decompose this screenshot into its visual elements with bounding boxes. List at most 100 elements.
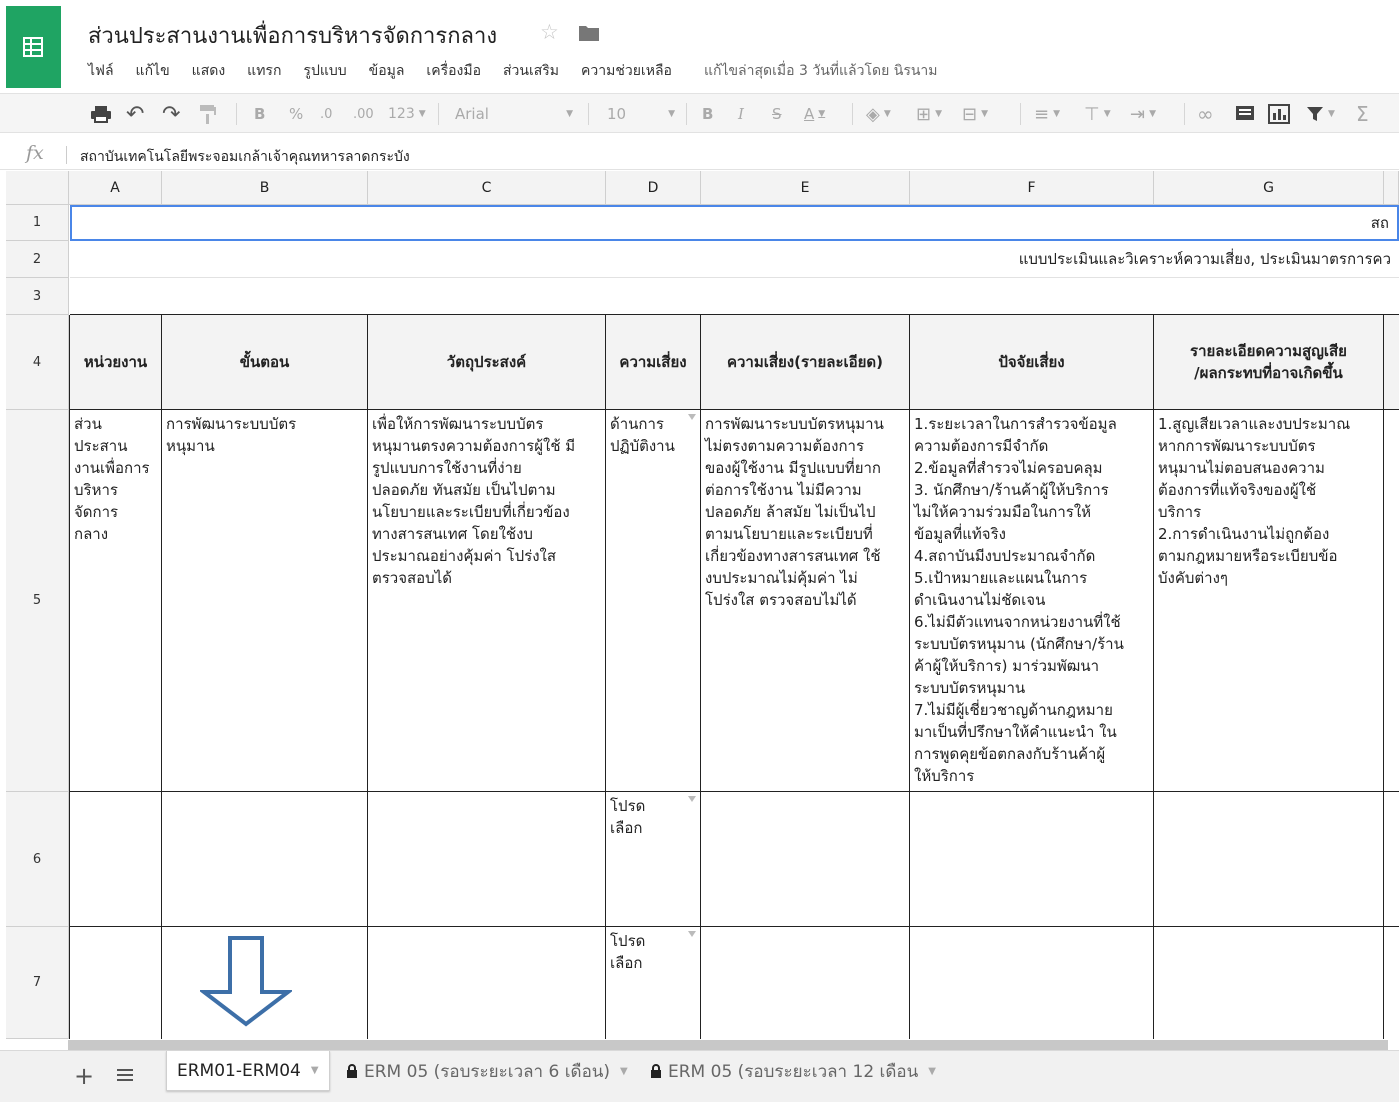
cell-e7[interactable] <box>701 927 910 1039</box>
all-sheets-menu-icon[interactable] <box>116 1068 134 1082</box>
header-cell-impact[interactable]: รายละเอียดความสูญเสีย /ผลกระทบที่อาจเกิด… <box>1154 315 1384 410</box>
cell-b5[interactable]: การพัฒนาระบบบัตร หนุมาน <box>162 410 368 792</box>
undo-icon[interactable]: ↶ <box>126 94 144 134</box>
currency-button[interactable]: B <box>254 94 265 134</box>
header-cell-objective[interactable]: วัตถุประสงค์ <box>368 315 606 410</box>
header-cell-risk-factor[interactable]: ปัจจัยเสี่ยง <box>910 315 1154 410</box>
italic-button[interactable]: I <box>738 94 744 134</box>
cell-f5[interactable]: 1.ระยะเวลาในการสำรวจข้อมูล ความต้องการมี… <box>910 410 1154 792</box>
row-header-7[interactable]: 7 <box>6 927 69 1039</box>
column-header-e[interactable]: E <box>701 171 910 205</box>
borders-icon[interactable]: ⊞ ▼ <box>916 94 942 134</box>
column-header-d[interactable]: D <box>606 171 701 205</box>
row-header-6[interactable]: 6 <box>6 792 69 927</box>
font-size-select[interactable]: 10 ▼ <box>607 94 675 134</box>
text-wrap-icon[interactable]: ⇥ ▼ <box>1130 94 1156 134</box>
filter-icon[interactable]: ▼ <box>1306 94 1335 134</box>
more-formats-button[interactable]: 123 ▼ <box>388 94 426 134</box>
menu-format[interactable]: รูปแบบ <box>303 60 346 80</box>
menu-help[interactable]: ความช่วยเหลือ <box>581 60 672 80</box>
row-header-5[interactable]: 5 <box>6 410 69 792</box>
formula-input[interactable]: สถาบันเทคโนโลยีพระจอมเกล้าเจ้าคุณทหารลาด… <box>80 146 410 168</box>
dropdown-arrow-icon[interactable] <box>688 414 696 420</box>
menu-addons[interactable]: ส่วนเสริม <box>503 60 559 80</box>
cell-f6[interactable] <box>910 792 1154 927</box>
chevron-down-icon[interactable]: ▼ <box>620 1066 628 1077</box>
paint-format-icon[interactable] <box>198 94 218 134</box>
redo-icon[interactable]: ↷ <box>162 94 180 134</box>
cell-d6-dropdown[interactable]: โปรด เลือก <box>606 792 701 927</box>
cell-a5[interactable]: ส่วน ประสาน งานเพื่อการ บริหาร จัดการ กล… <box>69 410 162 792</box>
insert-comment-icon[interactable] <box>1235 94 1255 134</box>
folder-icon[interactable] <box>578 24 600 42</box>
cell-g6[interactable] <box>1154 792 1384 927</box>
insert-link-icon[interactable]: ∞ <box>1197 94 1214 134</box>
cell-h5[interactable] <box>1384 410 1399 792</box>
text-color-button[interactable]: A ▼ <box>804 94 825 134</box>
star-icon[interactable]: ☆ <box>540 20 559 44</box>
row-header-4[interactable]: 4 <box>6 315 69 410</box>
cell-a7[interactable] <box>69 927 162 1039</box>
print-icon[interactable] <box>90 94 112 134</box>
vertical-align-icon[interactable]: ⊤ ▼ <box>1084 94 1111 134</box>
header-cell-risk[interactable]: ความเสี่ยง <box>606 315 701 410</box>
chevron-down-icon[interactable]: ▼ <box>928 1066 936 1077</box>
cell-b6[interactable] <box>162 792 368 927</box>
dropdown-arrow-icon[interactable] <box>688 796 696 802</box>
column-header-f[interactable]: F <box>910 171 1154 205</box>
decrease-decimal-button[interactable]: .0 <box>320 94 332 134</box>
strikethrough-button[interactable]: S <box>772 94 782 134</box>
last-edit-link[interactable]: แก้ไขล่าสุดเมื่อ 3 วันที่แล้วโดย นิรนาม <box>704 60 938 80</box>
sheet-tab-erm01-erm04[interactable]: ERM01-ERM04 ▼ <box>166 1051 330 1091</box>
cell-e6[interactable] <box>701 792 910 927</box>
horizontal-scrollbar[interactable] <box>68 1040 1388 1050</box>
cell-row1-merged[interactable]: สถ <box>70 205 1399 241</box>
menu-tools[interactable]: เครื่องมือ <box>426 60 481 80</box>
select-all-corner[interactable] <box>6 171 69 205</box>
cell-c7[interactable] <box>368 927 606 1039</box>
column-header-g[interactable]: G <box>1154 171 1384 205</box>
insert-chart-icon[interactable] <box>1268 94 1290 134</box>
functions-icon[interactable]: Σ <box>1356 94 1369 134</box>
menu-file[interactable]: ไฟล์ <box>88 60 114 80</box>
cell-d7-dropdown[interactable]: โปรด เลือก <box>606 927 701 1039</box>
merge-cells-icon[interactable]: ⊟ ▼ <box>962 94 988 134</box>
bold-button[interactable]: B <box>702 94 713 134</box>
font-family-select[interactable]: Arial ▼ <box>455 94 573 134</box>
menu-view[interactable]: แสดง <box>192 60 226 80</box>
dropdown-arrow-icon[interactable] <box>688 931 696 937</box>
header-cell-unit[interactable]: หน่วยงาน <box>69 315 162 410</box>
cell-e5[interactable]: การพัฒนาระบบบัตรหนุมาน ไม่ตรงตามความต้อง… <box>701 410 910 792</box>
row-header-2[interactable]: 2 <box>6 241 69 278</box>
increase-decimal-button[interactable]: .00 <box>353 94 374 134</box>
add-sheet-button[interactable]: + <box>74 1062 94 1090</box>
percent-button[interactable]: % <box>289 94 303 134</box>
cell-a6[interactable] <box>69 792 162 927</box>
menu-edit[interactable]: แก้ไข <box>136 60 170 80</box>
menu-data[interactable]: ข้อมูล <box>369 60 405 80</box>
cell-g7[interactable] <box>1154 927 1384 1039</box>
chevron-down-icon[interactable]: ▼ <box>311 1065 319 1076</box>
cell-h6[interactable] <box>1384 792 1399 927</box>
cell-f7[interactable] <box>910 927 1154 1039</box>
column-header-h[interactable] <box>1384 171 1399 205</box>
column-header-a[interactable]: A <box>69 171 162 205</box>
menu-insert[interactable]: แทรก <box>247 60 281 80</box>
column-header-b[interactable]: B <box>162 171 368 205</box>
header-cell-step[interactable]: ขั้นตอน <box>162 315 368 410</box>
cell-c5[interactable]: เพื่อให้การพัฒนาระบบบัตร หนุมานตรงความต้… <box>368 410 606 792</box>
horizontal-align-icon[interactable]: ≡ ▼ <box>1034 94 1060 134</box>
cell-row3-merged[interactable] <box>70 278 1399 315</box>
sheets-logo[interactable] <box>6 6 61 88</box>
row-header-3[interactable]: 3 <box>6 278 69 315</box>
cell-c6[interactable] <box>368 792 606 927</box>
fill-color-icon[interactable]: ◈ ▼ <box>866 94 891 134</box>
cell-row2-merged[interactable]: แบบประเมินและวิเคราะห์ความเสี่ยง, ประเมิ… <box>70 241 1399 278</box>
row-header-1[interactable]: 1 <box>6 205 69 241</box>
header-cell-risk-detail[interactable]: ความเสี่ยง(รายละเอียด) <box>701 315 910 410</box>
column-header-c[interactable]: C <box>368 171 606 205</box>
sheet-tab-erm05-12m[interactable]: ERM 05 (รอบระยะเวลา 12 เดือน ▼ <box>640 1051 946 1091</box>
document-title[interactable]: ส่วนประสานงานเพื่อการบริหารจัดการกลาง <box>88 18 497 53</box>
sheet-tab-erm05-6m[interactable]: ERM 05 (รอบระยะเวลา 6 เดือน) ▼ <box>336 1051 638 1091</box>
cell-g5[interactable]: 1.สูญเสียเวลาและงบประมาณ หากการพัฒนาระบบ… <box>1154 410 1384 792</box>
